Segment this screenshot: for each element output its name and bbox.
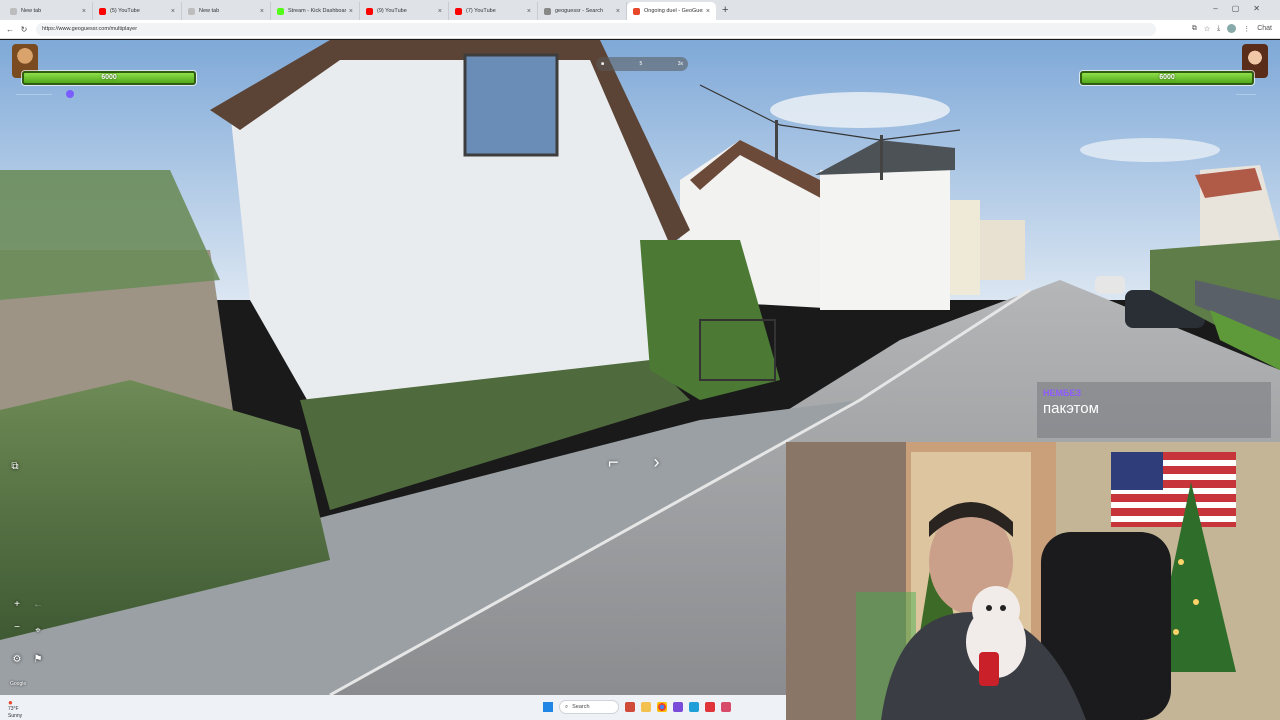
browser-tab[interactable]: geoguessr - Search × [538,2,627,20]
taskbar-search[interactable]: ⌕ Search [559,700,619,714]
round-center: 5 [639,61,643,67]
tab-title: New tab [21,8,42,14]
app-icon[interactable] [705,702,715,712]
back-arrow-icon[interactable]: ← [6,25,14,34]
round-left: ■ [601,61,605,67]
new-tab-button[interactable]: + [722,4,728,16]
move-arrow-icon[interactable]: ⌐ [608,452,619,472]
close-tab-icon[interactable]: × [527,8,531,15]
weather-widget[interactable]: ● 73°F Sunny [8,699,22,720]
search-icon: ⌕ [565,703,569,710]
zoom-out-button[interactable]: − [10,621,24,635]
undo-arrow-icon[interactable]: ← [31,598,45,612]
tab-title: Stream - Kick Dashboard [288,8,346,14]
tab-bar: New tab × (5) YouTube × New tab × Stream… [0,0,1280,20]
app-icon[interactable] [721,702,731,712]
menu-dots-icon[interactable]: ⋮ [1243,25,1250,33]
webcam-image [786,442,1280,720]
youtube-icon [99,7,106,15]
tab-title: (7) YouTube [466,8,496,14]
browser-tab[interactable]: (5) YouTube × [93,2,182,20]
chat-text: пакэтом [1043,400,1099,417]
windows-taskbar: ● 73°F Sunny ⌕ Search [0,695,786,720]
window-controls[interactable]: –▢✕ [1213,4,1274,13]
zoom-in-button[interactable]: + [10,598,24,612]
toolbar-icons: ⧉ ☆ ⤓ ⋮ Chat [1192,24,1272,33]
browser-tab[interactable]: New tab × [182,2,271,20]
close-tab-icon[interactable]: × [616,8,620,15]
edge-icon[interactable] [689,702,699,712]
extensions-icon[interactable]: ⧉ [1192,25,1197,33]
google-logo: Google [10,681,27,687]
downloads-icon[interactable]: ⤓ [1217,25,1220,33]
tab-title: (9) YouTube [377,8,407,14]
taskbar-apps: ⌕ Search [543,700,731,714]
settings-gear-icon[interactable]: ⚙ [10,653,24,667]
close-tab-icon[interactable]: × [438,8,442,15]
health-bar: 6000 [22,71,196,85]
reload-icon[interactable]: ↻ [20,25,28,34]
close-tab-icon[interactable]: × [349,8,353,15]
player-name: ————— [1236,91,1256,96]
browser-tab[interactable]: (7) YouTube × [449,2,538,20]
tab-title: (5) YouTube [110,8,140,14]
bookmark-star-icon[interactable]: ☆ [1204,25,1210,33]
tab-title: geoguessr - Search [555,8,603,14]
search-icon [544,7,551,15]
flag-icon[interactable]: ⚑ [31,653,45,667]
move-forward-arrow-icon[interactable]: › [654,452,660,472]
chrome-icon[interactable] [657,702,667,712]
weather-sun-icon: ● [8,698,13,707]
round-indicator: ■ 5 3x [596,57,688,71]
kick-icon [277,7,284,15]
camera-icon[interactable]: ⧉ [8,460,22,474]
rank-badge-icon [66,90,74,98]
browser-tab[interactable]: Stream - Kick Dashboard × [271,2,360,20]
navigation-arrows[interactable]: ⌐ › [608,452,690,473]
close-tab-icon[interactable]: × [260,8,264,15]
close-tab-icon[interactable]: × [82,8,86,15]
close-tab-icon[interactable]: × [171,8,175,15]
chat-message-overlay: НЕМБЕЗ пакэтом [1037,382,1271,438]
app-icon[interactable] [673,702,683,712]
tab-title: New tab [199,8,220,14]
windows-start-icon[interactable] [543,702,553,712]
round-multiplier: 3x [677,61,683,67]
avatar[interactable] [1227,24,1237,33]
browser-tab[interactable]: New tab × [4,2,93,20]
webcam-feed [786,442,1280,720]
browser-tab[interactable]: (9) YouTube × [360,2,449,20]
tab-favicon [188,7,195,15]
health-bar: 6000 [1080,71,1254,85]
youtube-icon [455,7,462,15]
close-tab-icon[interactable]: × [706,8,710,15]
search-label: Search [572,704,590,710]
media-app-icon[interactable] [625,702,635,712]
geoguessr-icon [633,7,640,15]
map-pin-icon[interactable]: ⌖ [31,624,45,638]
youtube-icon [366,7,373,15]
chat-username: НЕМБЕЗ [1043,388,1082,398]
copilot-label[interactable]: Chat [1257,25,1272,32]
tab-title: Ongoing duel - GeoGuessr [644,8,703,14]
address-bar: ← ↻ https://www.geoguessr.com/multiplaye… [0,20,1280,39]
browser-tab-active[interactable]: Ongoing duel - GeoGuessr × [627,2,716,20]
url-field[interactable]: https://www.geoguessr.com/multiplayer [36,22,1156,36]
weather-desc: Sunny [8,713,23,719]
player-name: ————————— [16,91,52,96]
tab-favicon [10,7,17,15]
file-explorer-icon[interactable] [641,702,651,712]
